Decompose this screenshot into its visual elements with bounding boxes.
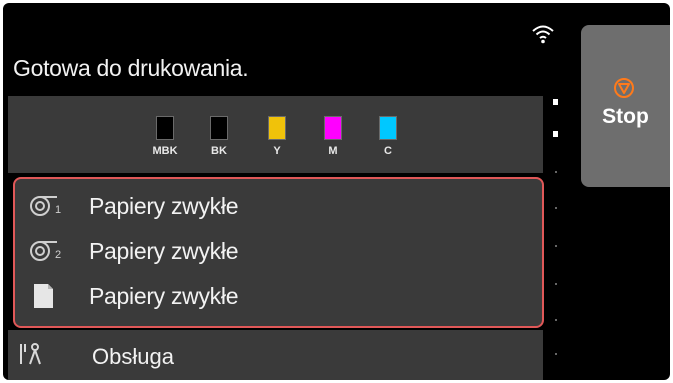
ink-label: M (328, 145, 338, 157)
ink-levels-panel[interactable]: MBK BK Y M C (8, 96, 543, 173)
paper-type-label: Papiery zwykłe (89, 283, 239, 309)
paper-row-roll-2[interactable]: 2 Papiery zwykłe (15, 230, 542, 270)
paper-settings-panel[interactable]: 1 Papiery zwykłe 2 Papiery zwykłe Papier… (13, 177, 544, 328)
scroll-dot (553, 99, 558, 105)
ink-label: C (384, 145, 392, 157)
paper-row-roll-1[interactable]: 1 Papiery zwykłe (15, 185, 542, 225)
ink-swatch (156, 116, 174, 140)
ink-swatch (268, 116, 286, 140)
roll-2-icon: 2 (30, 241, 61, 261)
status-bar: Gotowa do drukowania. (3, 3, 558, 93)
ink-label: Y (273, 145, 281, 157)
ink-y: Y (267, 116, 287, 157)
ink-mbk: MBK (152, 116, 178, 157)
scroll-dot (555, 283, 557, 285)
ink-label: BK (211, 145, 227, 157)
roll-1-icon: 1 (30, 196, 61, 216)
scroll-dot (555, 207, 557, 209)
stop-button-label: Stop (602, 105, 649, 128)
ink-m: M (323, 116, 343, 157)
ink-c: C (378, 116, 398, 157)
status-message: Gotowa do drukowania. (13, 55, 249, 81)
paper-type-label: Papiery zwykłe (89, 193, 239, 219)
scroll-dot (555, 353, 557, 355)
scroll-indicator (553, 95, 561, 375)
scroll-dot (553, 131, 558, 137)
stop-icon (614, 78, 634, 98)
printer-display: Gotowa do drukowania. MBK BK Y M C 1 Pap… (3, 3, 670, 380)
scroll-dot (555, 245, 557, 247)
svg-text:2: 2 (55, 249, 61, 261)
wifi-icon (532, 25, 554, 44)
ink-swatch (324, 116, 342, 140)
menu-item-maintenance[interactable]: Obsługa (8, 330, 543, 380)
stop-button[interactable]: Stop (581, 25, 670, 187)
svg-text:1: 1 (55, 204, 61, 216)
ink-bk: BK (209, 116, 229, 157)
scroll-dot (555, 171, 557, 173)
cut-sheet-icon (34, 284, 53, 308)
paper-row-cut-sheet[interactable]: Papiery zwykłe (15, 275, 542, 315)
ink-swatch (210, 116, 228, 140)
scroll-dot (555, 319, 557, 321)
paper-type-label: Papiery zwykłe (89, 238, 239, 264)
maintenance-icon (20, 343, 41, 365)
menu-label: Obsługa (92, 344, 174, 369)
ink-swatch (379, 116, 397, 140)
ink-label: MBK (152, 145, 178, 157)
